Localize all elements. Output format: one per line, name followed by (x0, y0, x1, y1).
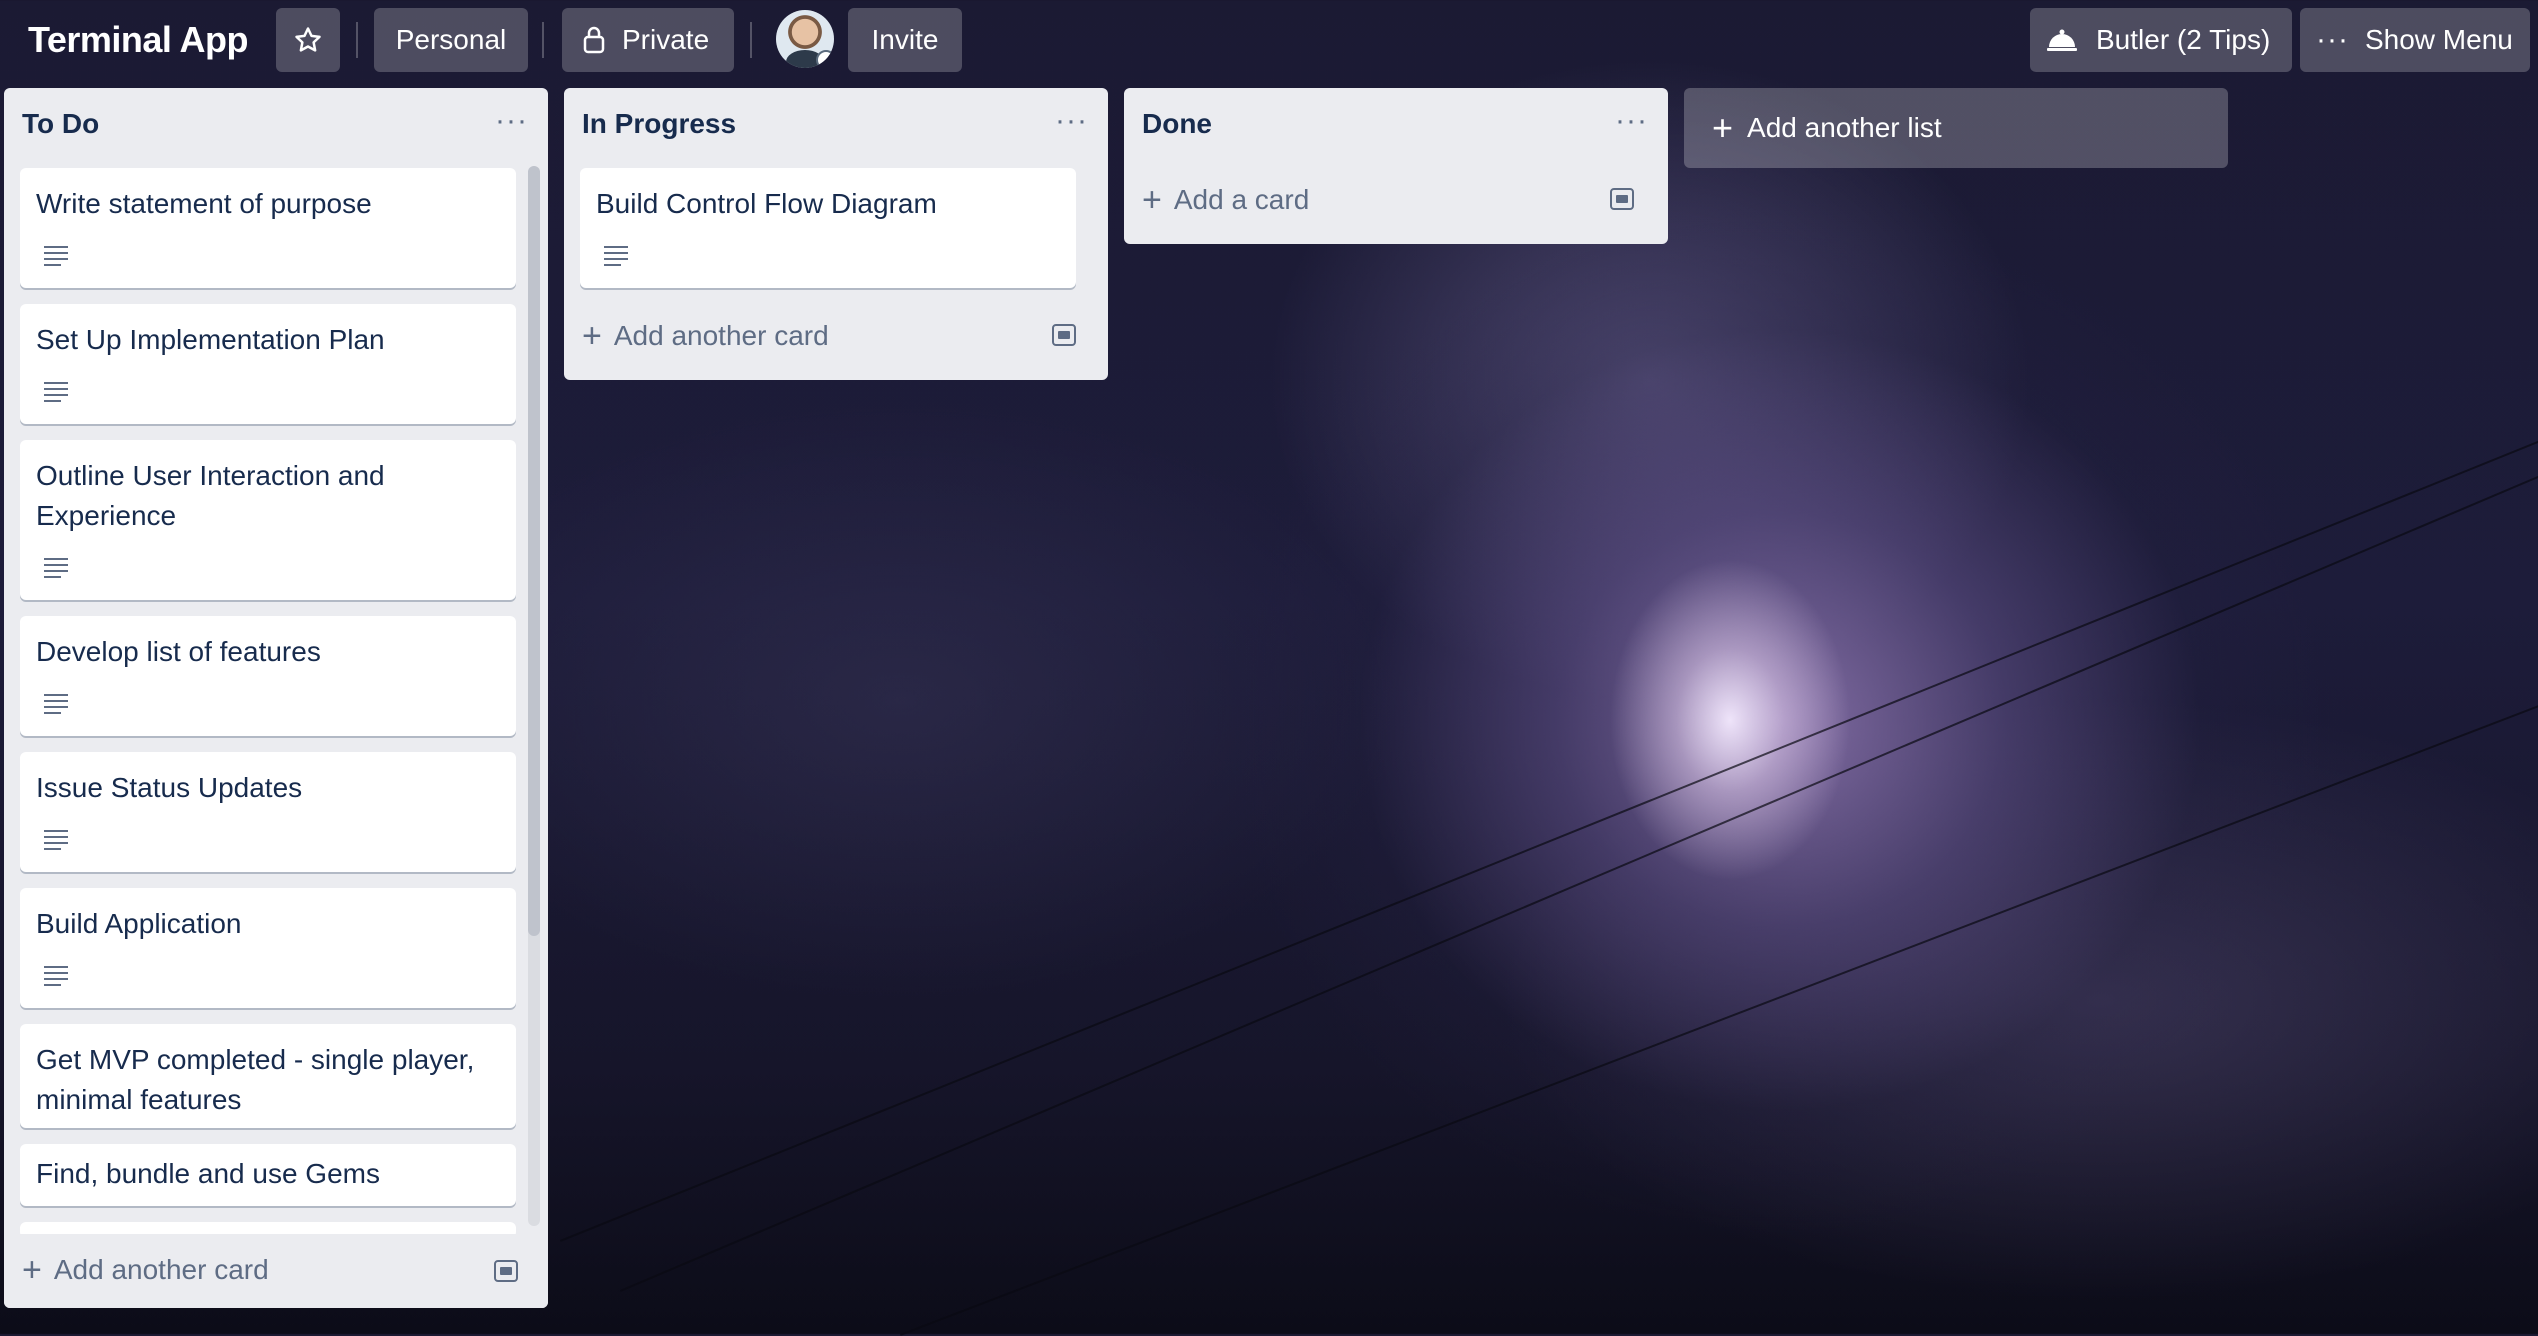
add-list-label: Add another list (1747, 112, 1942, 143)
ellipsis-icon: ··· (2316, 23, 2349, 56)
star-button[interactable] (276, 8, 340, 72)
card-title: Build Application (36, 908, 242, 939)
card[interactable]: Get MVP completed - single player, minim… (20, 1024, 516, 1128)
header-separator (750, 22, 752, 58)
card[interactable]: Write statement of purpose (20, 168, 516, 288)
plus-icon: + (1142, 181, 1162, 219)
star-icon (295, 27, 321, 52)
description-icon (44, 382, 68, 402)
list-in-progress: In Progress ··· Build Control Flow Diagr… (564, 88, 1108, 380)
list-menu-icon[interactable]: ··· (1615, 106, 1648, 136)
card[interactable]: Issue Status Updates (20, 752, 516, 872)
team-visibility-button[interactable]: Personal (374, 8, 528, 72)
list-title[interactable]: In Progress (582, 108, 736, 140)
description-icon (44, 694, 68, 714)
show-menu-label: Show Menu (2364, 24, 2513, 55)
background-wire (620, 446, 2538, 1292)
header-separator (356, 22, 358, 58)
card[interactable]: Build Control Flow Diagram (580, 168, 1076, 288)
card[interactable]: Set Up Implementation Plan (20, 304, 516, 424)
board-header: Terminal App Personal Private Invite But… (0, 0, 2538, 80)
lock-icon (583, 26, 605, 54)
list-done: Done ··· + Add a card (1124, 88, 1668, 244)
card-template-icon[interactable] (494, 1260, 518, 1282)
board-title[interactable]: Terminal App (28, 14, 249, 66)
add-list-button[interactable]: + Add another list (1684, 88, 2228, 168)
background-wire (900, 688, 2538, 1336)
add-card-label: Add another card (613, 320, 829, 351)
butler-button[interactable]: Butler (2 Tips) (2030, 8, 2292, 72)
add-card-label: Add a card (1173, 184, 1310, 215)
butler-bell-icon (2047, 29, 2077, 51)
list-title[interactable]: Done (1142, 108, 1212, 140)
card-title: Find, bundle and use Gems (36, 1158, 380, 1189)
show-menu-button[interactable]: ··· Show Menu (2300, 8, 2530, 72)
description-icon (44, 966, 68, 986)
card-title: Outline User Interaction and Experience (36, 460, 385, 531)
list-menu-icon[interactable]: ··· (1055, 106, 1088, 136)
card-title: Get MVP completed - single player, minim… (36, 1044, 475, 1115)
list-title[interactable]: To Do (22, 108, 99, 140)
card-title: Write statement of purpose (36, 188, 372, 219)
list-to-do: To Do ··· Write statement of purpose Set… (4, 88, 548, 1308)
invite-label: Invite (871, 24, 939, 55)
card[interactable]: Find, bundle and use Gems (20, 1144, 516, 1206)
header-separator (542, 22, 544, 58)
description-icon (44, 246, 68, 266)
scrollbar-thumb[interactable] (528, 166, 540, 936)
card-title: Issue Status Updates (36, 772, 303, 803)
admin-badge-icon (816, 50, 834, 68)
privacy-button[interactable]: Private (562, 8, 734, 72)
card[interactable]: Develop list of features (20, 616, 516, 736)
privacy-label: Private (622, 24, 710, 55)
plus-icon: + (582, 317, 602, 355)
card-title: Develop list of features (36, 636, 321, 667)
plus-icon: + (1712, 107, 1734, 148)
background-wire (560, 423, 2538, 1242)
team-visibility-label: Personal (395, 24, 507, 55)
card-template-icon[interactable] (1052, 324, 1076, 346)
description-icon (604, 246, 628, 266)
add-card-label: Add another card (53, 1254, 269, 1285)
card[interactable]: Outline User Interaction and Experience (20, 440, 516, 600)
add-card-button[interactable]: + Add a card (1142, 176, 1309, 224)
card-title: Build Control Flow Diagram (596, 188, 937, 219)
butler-label: Butler (2 Tips) (2096, 24, 2271, 55)
invite-button[interactable]: Invite (848, 8, 962, 72)
member-avatar[interactable] (776, 10, 834, 68)
list-scrollbar[interactable] (528, 166, 540, 1226)
description-icon (44, 830, 68, 850)
card-template-icon[interactable] (1610, 188, 1634, 210)
card[interactable]: Build Application (20, 888, 516, 1008)
description-icon (44, 558, 68, 578)
add-card-button[interactable]: + Add another card (22, 1246, 269, 1294)
card-title: Set Up Implementation Plan (36, 324, 385, 355)
add-card-button[interactable]: + Add another card (582, 312, 829, 360)
plus-icon: + (22, 1251, 42, 1289)
list-footer: + Add another card (4, 1234, 548, 1308)
list-menu-icon[interactable]: ··· (495, 106, 528, 136)
